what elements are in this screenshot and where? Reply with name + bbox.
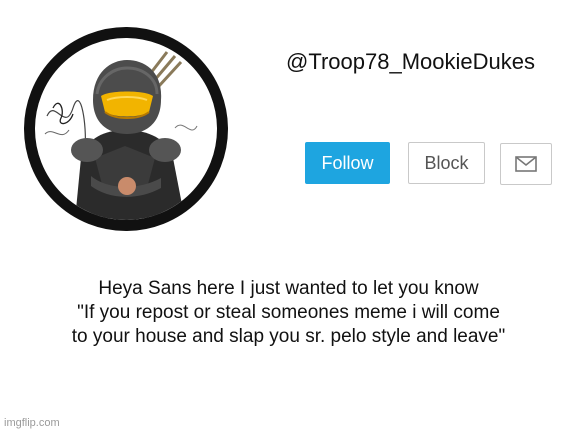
avatar — [24, 27, 228, 231]
watermark: imgflip.com — [4, 417, 60, 429]
follow-button[interactable]: Follow — [305, 142, 390, 184]
announcement-line: Heya Sans here I just wanted to let you … — [98, 278, 479, 299]
mail-icon — [515, 156, 537, 172]
block-button[interactable]: Block — [408, 142, 485, 184]
announcement-text: Heya Sans here I just wanted to let you … — [0, 277, 577, 349]
message-button[interactable] — [500, 143, 552, 185]
announcement-line: to your house and slap you sr. pelo styl… — [71, 326, 506, 347]
soldier-avatar-icon — [44, 51, 198, 220]
username: @Troop78_MookieDukes — [286, 49, 535, 74]
announcement-line: "If you repost or steal someones meme i … — [77, 302, 500, 323]
